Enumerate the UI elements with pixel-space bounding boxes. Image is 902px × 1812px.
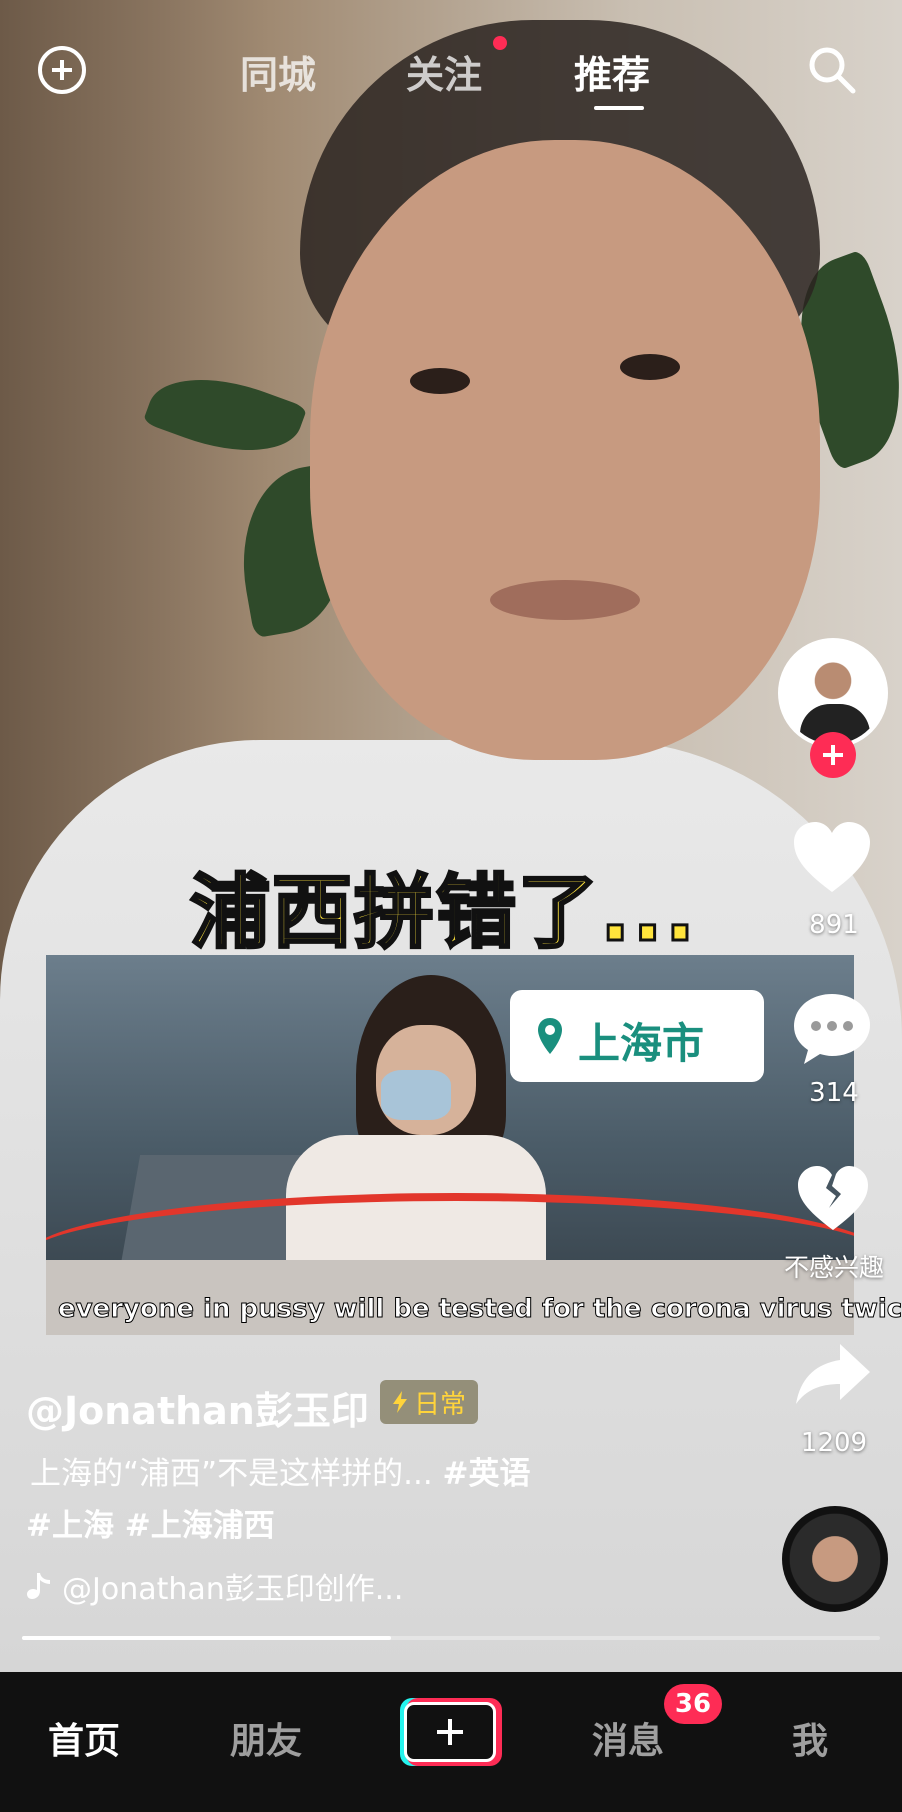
- following-notification-dot: [493, 36, 507, 50]
- tab-nearby[interactable]: 同城: [240, 44, 316, 99]
- daily-tag-label: 日常: [414, 1389, 467, 1420]
- active-tab-indicator: [594, 106, 644, 110]
- plant-leaf: [142, 356, 308, 474]
- broken-heart-icon[interactable]: [796, 1164, 870, 1234]
- face-mask: [381, 1070, 451, 1120]
- clip-subtitle: everyone in pussy will be tested for the…: [58, 1294, 902, 1325]
- top-nav: 同城 关注 推荐: [0, 0, 902, 130]
- tab-following[interactable]: 关注: [406, 44, 482, 99]
- share-count: 1209: [800, 1428, 868, 1458]
- follow-plus-icon[interactable]: [810, 732, 856, 778]
- create-button[interactable]: [400, 1698, 502, 1766]
- add-circle-icon[interactable]: [38, 46, 86, 94]
- nav-home[interactable]: 首页: [48, 1712, 120, 1764]
- hashtag-link[interactable]: #英语: [443, 1456, 531, 1492]
- lightning-icon: [393, 1391, 407, 1413]
- nav-messages[interactable]: 消息: [592, 1712, 664, 1764]
- eye: [410, 368, 470, 394]
- eye: [620, 354, 680, 380]
- creator-username[interactable]: @Jonathan彭玉印: [26, 1380, 369, 1435]
- share-arrow-icon[interactable]: [794, 1340, 872, 1406]
- daily-tag-badge[interactable]: 日常: [380, 1380, 479, 1424]
- messages-badge: 36: [664, 1684, 722, 1724]
- bottom-nav: 首页 朋友 消息 36 我: [0, 1672, 902, 1812]
- music-row[interactable]: @Jonathan彭玉印创作...: [26, 1564, 403, 1608]
- location-pin-icon: [538, 1018, 562, 1054]
- nav-friends[interactable]: 朋友: [230, 1712, 302, 1764]
- video-progress-fill: [22, 1636, 391, 1640]
- location-sticker[interactable]: 上海市: [510, 990, 764, 1082]
- music-note-icon: [27, 1573, 50, 1599]
- search-icon[interactable]: [806, 44, 858, 96]
- post-description: 上海的“浦西”不是这样拼的... #英语: [30, 1448, 531, 1493]
- music-disc-icon[interactable]: [782, 1506, 888, 1612]
- like-heart-icon[interactable]: [792, 820, 872, 896]
- tab-recommended[interactable]: 推荐: [574, 44, 650, 99]
- music-title: @Jonathan彭玉印创作...: [62, 1572, 404, 1607]
- video-screen[interactable]: 同城 关注 推荐 浦西拼错了... 上海市 everyone in pussy …: [0, 0, 902, 1812]
- not-interested-label[interactable]: 不感兴趣: [764, 1248, 902, 1284]
- comment-count: 314: [809, 1078, 859, 1108]
- mouth: [490, 580, 640, 620]
- video-progress-bar[interactable]: [22, 1636, 880, 1640]
- description-text: 上海的“浦西”不是这样拼的...: [30, 1456, 433, 1492]
- location-text: 上海市: [578, 1019, 705, 1068]
- video-caption: 浦西拼错了...: [188, 865, 698, 961]
- nav-me[interactable]: 我: [792, 1712, 828, 1764]
- hashtag-link[interactable]: #上海 #上海浦西: [26, 1500, 275, 1545]
- person-face: [310, 140, 820, 760]
- comment-icon[interactable]: [790, 990, 874, 1066]
- plus-icon: [404, 1702, 496, 1762]
- like-count: 891: [809, 910, 859, 940]
